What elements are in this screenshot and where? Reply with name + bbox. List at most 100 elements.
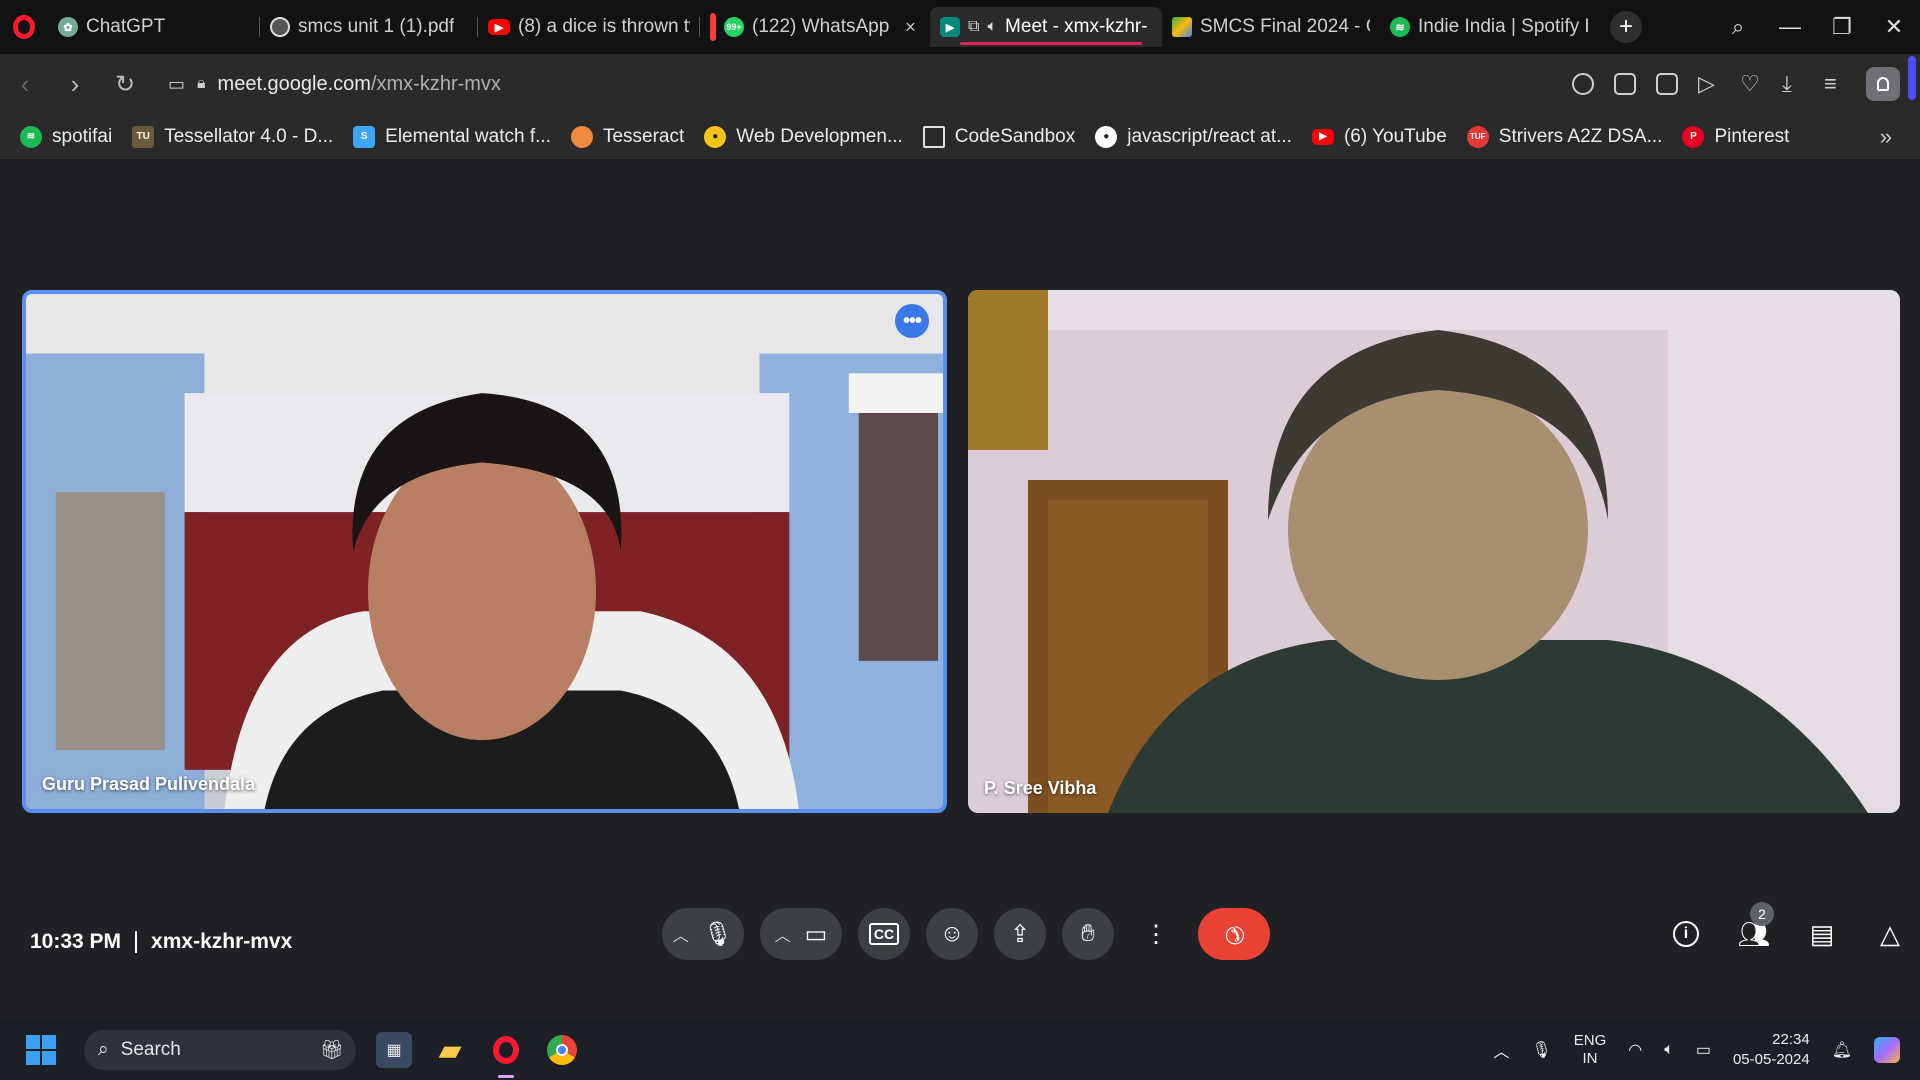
bookmark-label: spotifai [52,125,113,147]
minimize-icon[interactable]: — [1764,14,1816,40]
new-tab-button[interactable]: + [1610,11,1642,43]
heart-icon[interactable]: ♡ [1740,73,1762,95]
participant-video [968,290,1900,813]
chevron-up-icon[interactable]: ︿ [775,922,791,946]
copilot-icon[interactable] [1874,1037,1900,1063]
forward-icon[interactable]: › [50,69,100,100]
camera-icon[interactable]: ▭ [805,920,828,949]
raise-hand-button[interactable]: ✋︎ [1062,908,1114,960]
present-button[interactable]: ⇪ [994,908,1046,960]
tab-whatsapp[interactable]: 99+ (122) WhatsApp × [700,7,930,47]
chevron-double-right-icon[interactable]: » [1880,124,1892,150]
chevron-up-icon[interactable]: ︿ [673,922,689,946]
tab-label: SMCS Final 2024 - Go [1200,16,1370,37]
opera-logo-icon[interactable] [0,0,48,54]
language-indicator[interactable]: ENG IN [1574,1032,1607,1068]
tab-smcs-pdf[interactable]: smcs unit 1 (1).pdf [260,7,478,47]
lock-icon[interactable]: 🔒︎ [197,75,206,93]
hang-up-icon: ✆ [1217,917,1251,951]
chevron-up-icon[interactable]: ︿ [1493,1038,1509,1062]
tab-chatgpt[interactable]: ✿ ChatGPT [48,7,260,47]
tab-spotify[interactable]: ≋ Indie India | Spotify Pl [1380,7,1598,47]
bookmark-codesandbox[interactable]: CodeSandbox [922,125,1075,148]
microphone-icon[interactable]: 🎙︎ [1531,1040,1551,1060]
microphone-control[interactable]: ︿ 🎙︎ [662,908,744,960]
close-window-icon[interactable]: ✕ [1868,14,1920,40]
url-domain: meet.google.com [217,72,371,95]
participant-tile[interactable]: P. Sree Vibha [968,290,1900,813]
tab-youtube-dice[interactable]: ▶ (8) a dice is thrown tw [478,7,700,47]
wifi-icon[interactable]: ◠ [1628,1040,1642,1060]
tab-label: (8) a dice is thrown tw [518,16,690,37]
bookmark-elemental[interactable]: S Elemental watch f... [353,125,551,148]
address-bar[interactable]: ▭ 🔒︎ meet.google.com/xmx-kzhr-mvx [168,73,501,96]
spotify-icon: ≋ [20,125,42,148]
camera-control[interactable]: ︿ ▭ [760,908,842,960]
calculator-icon[interactable]: ▦ [376,1032,412,1068]
tesseract-icon [570,125,593,148]
lens-icon[interactable] [1572,73,1594,95]
download-icon[interactable]: ⤓ [1782,73,1804,95]
tab-label: ChatGPT [86,16,166,37]
bookmark-strivers[interactable]: TUF Strivers A2Z DSA... [1466,125,1662,148]
whatsapp-icon: 99+ [724,17,744,37]
meet-stage: ••• Guru Prasad Pulivendala P. Sree Vibh… [0,160,1920,1020]
profile-avatar[interactable] [1866,67,1900,101]
share-icon[interactable] [1614,73,1636,95]
bookmark-tessellator[interactable]: TU Tessellator 4.0 - D... [132,125,334,148]
battery-icon[interactable]: ▭ [1696,1040,1711,1060]
camera-permission-icon[interactable]: ▭ [168,74,185,95]
meeting-info-icon[interactable]: i [1672,920,1700,948]
bookmark-label: Tessellator 4.0 - D... [164,125,334,147]
url-path: /xmx-kzhr-mvx [370,72,501,95]
activities-icon[interactable]: △ [1876,919,1904,949]
taskbar-search[interactable]: ⌕ Search 🎁︎ [84,1030,356,1070]
speaker-icon[interactable]: 🔈︎ [987,18,997,36]
tab-meet[interactable]: ▶ ⧉ 🔈︎ Meet - xmx-kzhr- [930,7,1162,47]
reactions-button[interactable]: ☺ [926,908,978,960]
drive-icon [1172,17,1192,37]
chat-icon[interactable]: ▤ [1808,919,1836,949]
sidebar-handle[interactable] [1908,56,1916,100]
present-screen-icon: ⇪ [1009,920,1031,948]
volume-icon[interactable]: 🔈︎ [1664,1041,1674,1059]
picture-in-picture-icon[interactable]: ⧉ [968,18,979,36]
tab-label: (122) WhatsApp [752,16,890,37]
url-text: meet.google.com/xmx-kzhr-mvx [218,73,501,96]
close-tab-icon[interactable]: × [905,17,916,38]
bookmark-youtube[interactable]: ▶ (6) YouTube [1311,125,1447,148]
restore-icon[interactable]: ❐ [1816,14,1868,40]
opera-taskbar-icon[interactable] [488,1032,524,1078]
system-tray: ︿ 🎙︎ ENG IN ◠ 🔈︎ ▭ 22:34 05-05-2024 🔔︎ [1493,1030,1900,1070]
file-explorer-icon[interactable]: ▰ [432,1032,468,1068]
more-options-button[interactable]: ⋮ [1130,908,1182,960]
participant-tile[interactable]: ••• Guru Prasad Pulivendala [22,290,947,813]
search-tabs-icon[interactable]: ⌕ [1712,14,1764,40]
bookmark-spotifai[interactable]: ≋ spotifai [20,125,113,148]
leave-call-button[interactable]: ✆ [1198,908,1270,960]
divider [135,931,138,953]
chrome-icon[interactable] [544,1032,580,1068]
system-clock[interactable]: 22:34 05-05-2024 [1733,1030,1810,1070]
bookmark-tesseract[interactable]: Tesseract [570,125,684,148]
back-icon[interactable]: ‹ [0,69,50,100]
flow-send-icon[interactable]: ▷ [1698,73,1720,95]
easy-setup-icon[interactable]: ≡ [1824,73,1846,95]
more-options-button[interactable]: ••• [895,304,929,338]
web-dev-icon: ● [704,125,727,148]
snapshot-icon[interactable] [1656,73,1678,95]
microphone-icon[interactable]: 🎙︎ [703,920,733,949]
elemental-icon: S [353,125,376,148]
windows-start-icon[interactable] [26,1035,56,1065]
bookmarks-bar: ≋ spotifai TU Tessellator 4.0 - D... S Elem… [0,114,1920,160]
reload-icon[interactable]: ↻ [100,70,150,99]
bookmark-label: (6) YouTube [1343,125,1447,147]
people-icon[interactable]: 👥︎ 2 [1738,902,1774,949]
notification-bell-icon[interactable]: 🔔︎ [1832,1040,1852,1060]
tab-smcs-drive[interactable]: SMCS Final 2024 - Go [1162,7,1380,47]
bookmark-github[interactable]: ● javascript/react at... [1095,125,1292,148]
bookmark-pinterest[interactable]: P Pinterest [1682,125,1789,148]
captions-button[interactable]: CC [858,908,910,960]
search-highlight-icon: 🎁︎ [319,1040,344,1061]
bookmark-web-development[interactable]: ● Web Developmen... [704,125,903,148]
